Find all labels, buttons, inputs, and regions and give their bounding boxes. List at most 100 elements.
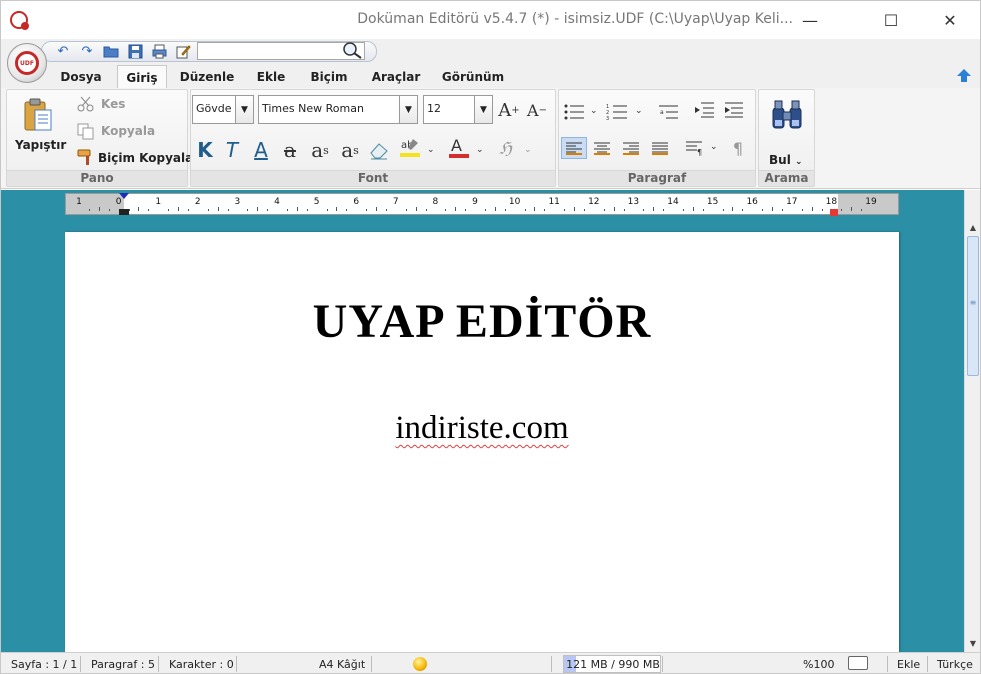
text-effect-dropdown-icon[interactable]: ⌄ [524,145,532,155]
numbered-list-icon[interactable]: 123 [604,101,630,123]
numbered-list-dropdown-icon[interactable]: ⌄ [635,106,643,116]
format-painter-button[interactable]: Biçim Kopyala [98,151,193,165]
undo-icon[interactable]: ↶ [55,43,71,59]
eraser-icon[interactable] [368,140,390,163]
zoom-slider-icon[interactable] [848,656,868,670]
tab-bicim[interactable]: Biçim [303,66,355,88]
highlight-icon[interactable]: ab [399,137,421,164]
paragraph-marks-icon[interactable]: ¶ [725,137,751,159]
bold-button[interactable]: K [194,138,216,162]
ruler-tick [702,209,704,211]
document-text[interactable]: indiriste.com [65,410,899,447]
paste-button[interactable]: Yapıştır [15,138,66,152]
grow-font-icon[interactable]: A + [497,98,521,122]
align-justify-button[interactable] [647,137,673,159]
document-page[interactable]: UYAP EDİTÖR indiriste.com [65,232,899,657]
bullet-list-icon[interactable] [561,101,587,123]
superscript-button[interactable]: as [337,138,363,162]
font-size-select[interactable]: 12 [423,95,475,124]
ruler-tick [445,209,447,211]
scroll-thumb[interactable]: ≡ [967,236,979,376]
app-icon[interactable] [10,11,29,30]
quick-search-input[interactable] [197,42,365,60]
align-center-button[interactable] [589,137,615,159]
group-label-paragraf: Paragraf [559,170,755,186]
minimize-button[interactable]: — [787,1,833,39]
left-indent-marker[interactable] [119,209,129,215]
line-spacing-icon[interactable]: ¶ [681,137,707,159]
status-characters: Karakter : 0 [169,658,234,671]
text-effect-icon[interactable]: ℌ [498,138,520,163]
right-indent-marker[interactable] [830,209,838,216]
scroll-down-button[interactable]: ▼ [965,636,980,650]
search-icon[interactable] [341,41,363,63]
line-spacing-dropdown-icon[interactable]: ⌄ [710,142,718,152]
ruler-tick [465,209,467,211]
tab-giris[interactable]: Giriş [117,65,167,89]
svg-text:A: A [451,137,462,155]
cut-button[interactable]: Kes [101,97,125,111]
decrease-indent-icon[interactable] [691,99,717,121]
collapse-ribbon-icon[interactable] [956,68,972,87]
print-icon[interactable] [151,43,167,59]
redo-icon[interactable]: ↷ [79,43,95,59]
font-name-select[interactable]: Times New Roman [258,95,401,124]
find-label: Bul [769,153,791,167]
bullet-list-dropdown-icon[interactable]: ⌄ [590,106,598,116]
app-menu-button[interactable]: UDF [7,43,47,83]
horizontal-ruler[interactable]: 1 0 1 2 3 4 5 6 7 8 9 10 11 12 13 14 15 16 17 18 19 [65,193,899,215]
ruler-tick [801,209,803,211]
ruler-tick [138,207,140,211]
tab-duzenle[interactable]: Düzenle [173,66,241,88]
ruler-tick [366,209,368,211]
font-color-dropdown-icon[interactable]: ⌄ [476,145,484,155]
underline-button[interactable]: A [250,138,272,162]
first-line-indent-marker[interactable] [119,193,129,199]
ruler-tick [405,209,407,211]
shrink-font-icon[interactable]: A − [525,98,549,122]
italic-button[interactable]: T [221,138,243,162]
align-left-button[interactable] [561,137,587,159]
copy-button[interactable]: Kopyala [101,124,155,138]
tab-dosya[interactable]: Dosya [51,66,111,88]
find-button[interactable]: Bul ⌄ [769,153,803,167]
tab-ekle[interactable]: Ekle [249,66,293,88]
align-right-button[interactable] [618,137,644,159]
ruler-tick [583,209,585,211]
status-language[interactable]: Türkçe [937,658,973,671]
font-size-dropdown-button[interactable]: ▼ [474,95,493,124]
highlight-dropdown-icon[interactable]: ⌄ [427,145,435,155]
multilevel-list-icon[interactable]: a [655,101,681,123]
ruler-number: 6 [353,197,360,207]
strikethrough-button[interactable]: a [279,138,301,162]
font-color-icon[interactable]: A [448,136,470,164]
style-dropdown-button[interactable]: ▼ [235,95,254,124]
ruler-number: 1 [76,197,82,207]
status-separator [662,656,663,672]
close-button[interactable]: ✕ [927,1,973,39]
document-heading[interactable]: UYAP EDİTÖR [65,294,899,349]
maximize-button[interactable]: ☐ [868,1,914,39]
status-insert-mode[interactable]: Ekle [897,658,920,671]
tab-gorunum[interactable]: Görünüm [437,66,509,88]
status-separator [927,656,928,672]
tab-araclar[interactable]: Araçlar [365,66,427,88]
vertical-scrollbar[interactable]: ▲ ≡ ▼ [964,190,980,652]
superscript-label: a [341,138,354,162]
font-name-dropdown-button[interactable]: ▼ [399,95,418,124]
ruler-tick [781,209,783,211]
ruler-tick [663,209,665,211]
ruler-tick [722,209,724,211]
save-icon[interactable] [127,43,143,59]
status-page: Sayfa : 1 / 1 [11,658,78,671]
scroll-up-button[interactable]: ▲ [965,220,980,234]
group-font: Gövde ▼ Times New Roman ▼ 12 ▼ A + A − K T… [190,89,556,187]
style-select[interactable]: Gövde [192,95,236,124]
memory-usage-bar[interactable]: 121 MB / 990 MB [563,655,661,673]
edit-icon[interactable] [175,43,191,59]
subscript-button[interactable]: as [307,138,333,162]
memory-usage-text: 121 MB / 990 MB [566,658,660,671]
open-folder-icon[interactable] [103,43,119,59]
ruler-tick [821,209,823,211]
increase-indent-icon[interactable] [721,99,747,121]
